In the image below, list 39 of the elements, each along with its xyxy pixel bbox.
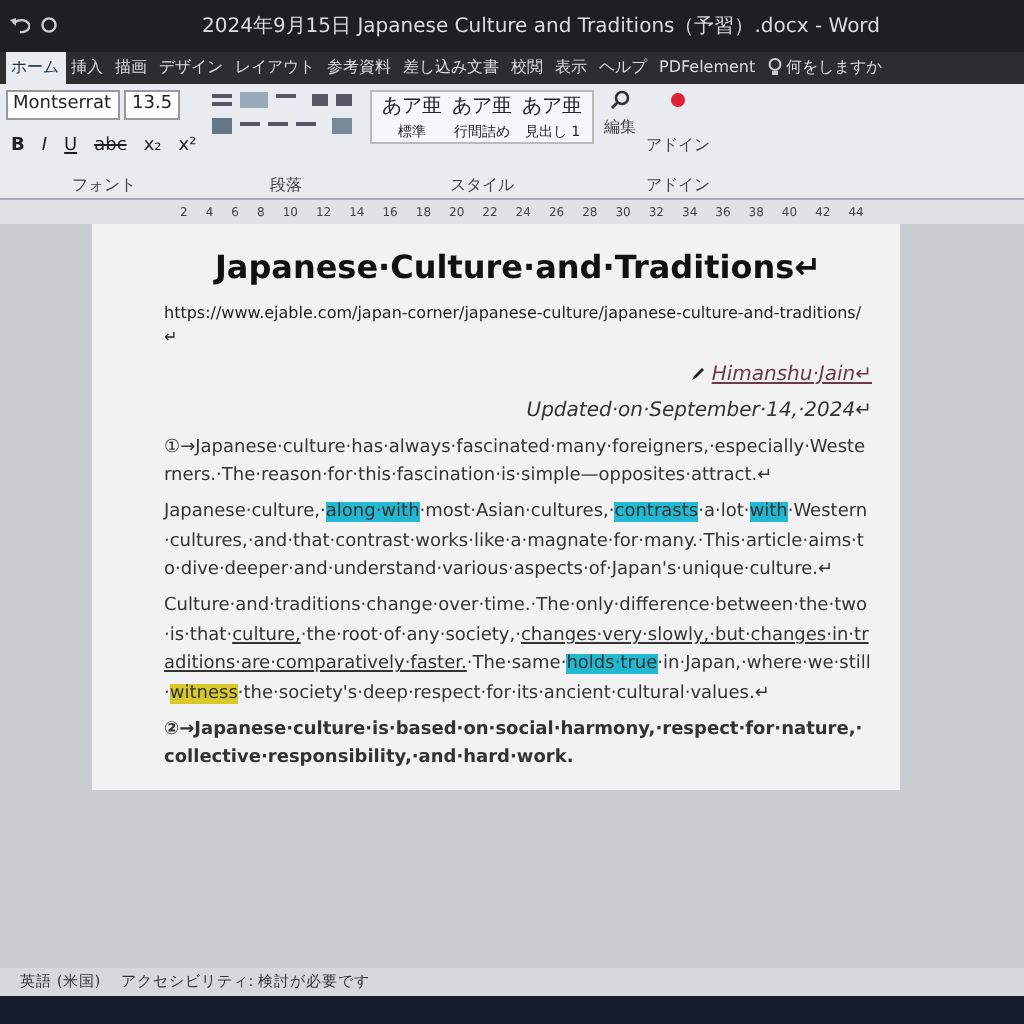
author-link[interactable]: Himanshu·Jain↵ [711,360,872,390]
lightbulb-icon [767,56,782,80]
document-title: Japanese·Culture·and·Traditions↵ [211,246,824,290]
font-name-field[interactable]: Montserrat [5,89,120,120]
paragraph: ②→Japanese·culture·is·based·on·social·harmony,·respect·for·nature,·collective·responsibility,·and·hard·work. [164,718,865,773]
ribbon-tab[interactable]: ホーム [5,52,65,84]
url-link[interactable]: https://www.ejable.com/japan-corner/japanese-culture/japanese-culture-and-traditions/↵ [164,302,872,350]
group-label: 段落 [268,174,305,198]
ribbon-tab[interactable]: PDFelement [653,52,762,84]
group-label: スタイル [448,174,517,198]
format-button[interactable]: x² [172,133,203,161]
ribbon-tab[interactable]: デザイン [153,52,229,84]
paragraph: Culture·and·traditions·change·over·time.·The·only·difference·between·the·two·is·that·culture,·the·root·of·any·society,·changes·very·slowly,·but·changes·in·traditions·are·comparatively·faster.·The·same·holds·true·in·Japan,·where·we·still·witness·the·society's·deep·respect·for·its·ancient·cultural·values.↵ [164,594,872,708]
ribbon-tab[interactable]: 校閲 [505,52,549,84]
style-preview: あア亜 [452,93,513,121]
ribbon-tab[interactable]: 差し込み文書 [397,52,505,84]
updated-date: Updated·on·September·14,·2024↵ [524,397,872,425]
group-label: アドイン [646,174,711,198]
style-preview: あア亜 [382,93,443,121]
ribbon-tab[interactable]: レイアウト [229,52,321,84]
paragraph: Japanese·culture,·along·with·most·Asian·cultures,·contrasts·a·lot·with·Western·cultures,·and·that·contrast·works·like·a·magnate·for·many.·This·article·aims·to·dive·deeper·and·understand·various·aspects·of·Japan's·unique·culture.↵ [164,500,870,585]
ribbon-tab[interactable]: 表示 [549,52,593,84]
ribbon-tab[interactable]: 参考資料 [321,52,397,84]
window-title: 2024年9月15日 Japanese Culture and Traditions（予習）.docx - Word [200,13,882,41]
format-button[interactable]: x₂ [137,133,168,161]
edit-label[interactable]: 編集 [604,116,637,140]
ribbon-tab[interactable]: ヘルプ [593,52,653,84]
format-button[interactable]: I [35,133,54,161]
ribbon-tab[interactable]: 描画 [109,52,153,84]
ribbon-tab[interactable]: 挿入 [65,52,109,84]
font-size-field[interactable]: 13.5 [124,89,181,120]
tell-me-field[interactable]: 何をしますか [761,52,889,84]
format-button[interactable]: B [5,133,31,161]
group-label: フォント [69,174,138,198]
addin-label[interactable]: アドイン [646,133,711,157]
style-preview: あア亜 [522,93,583,121]
paragraph: ①→Japanese·culture·has·always·fascinated·many·foreigners,·especially·Westerners.·The·reason·for·this·fascination·is·simple—opposites·attract.↵ [164,435,868,490]
format-button[interactable]: U [58,133,84,161]
format-button[interactable]: abc [88,133,133,161]
